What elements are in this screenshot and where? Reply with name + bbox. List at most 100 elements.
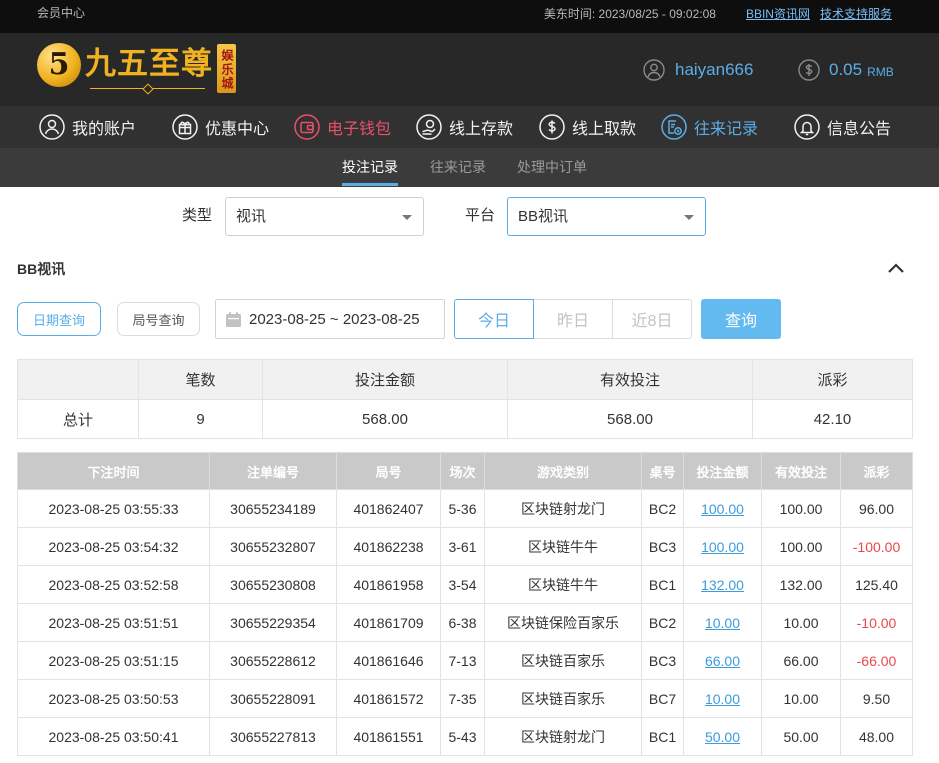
table-row: 2023-08-25 03:55:33 30655234189 40186240… [17,489,913,528]
order-no-cell: 30655234189 [209,489,337,528]
table-row: 2023-08-25 03:50:53 30655228091 40186157… [17,679,913,718]
header-order-no: 注单编号 [209,452,337,490]
section-title: BB视讯 [17,261,66,277]
round-no-cell: 401861958 [336,565,441,604]
nav-item-online-deposit[interactable]: 线上存款 [416,106,513,148]
nav-item-announcements[interactable]: 信息公告 [794,106,891,148]
type-select-value: 视讯 [236,208,267,225]
nav-item-transaction-records[interactable]: 往来记录 [661,106,758,148]
username: haiyan666 [675,60,754,79]
logo-badge: 娱乐城 [217,44,236,93]
nav-item-promotions[interactable]: 优惠中心 [172,106,269,148]
bet-amount-link[interactable]: 50.00 [705,729,740,745]
order-no-cell: 30655228612 [209,641,337,680]
summary-total-row: 总计 9 568.00 568.00 42.10 [17,399,913,439]
shoe-cell: 3-54 [440,565,485,604]
nav-item-label: 优惠中心 [205,121,270,138]
payout-cell: -10.00 [840,603,913,642]
quick-range-yesterday[interactable]: 昨日 [533,299,613,339]
bet-amount-link[interactable]: 100.00 [701,501,744,517]
round-no-cell: 401862407 [336,489,441,528]
logo-mark: 5 [37,43,81,87]
round-no-cell: 401862238 [336,527,441,566]
bet-time-cell: 2023-08-25 03:54:32 [17,527,210,566]
bet-amount-link[interactable]: 100.00 [701,539,744,555]
round-query-button[interactable]: 局号查询 [117,302,200,336]
tab-transaction-records[interactable]: 往来记录 [430,148,486,187]
bet-amount-cell: 50.00 [683,717,762,756]
main-nav: 我的账户 优惠中心 电子钱包 线上存款 线上取款 往来记录 信息公告 [0,106,939,148]
bet-amount-cell: 132.00 [683,565,762,604]
valid-bet-cell: 10.00 [761,603,841,642]
order-no-cell: 30655230808 [209,565,337,604]
withdraw-icon [539,114,565,140]
nav-item-online-withdraw[interactable]: 线上取款 [539,106,636,148]
valid-bet-cell: 66.00 [761,641,841,680]
nav-item-label: 信息公告 [827,121,892,138]
bet-amount-link[interactable]: 66.00 [705,653,740,669]
summary-bet: 568.00 [262,399,508,439]
shoe-cell: 3-61 [440,527,485,566]
bet-amount-link[interactable]: 10.00 [705,691,740,707]
summary-payout: 42.10 [752,399,913,439]
game-type-cell: 区块链牛牛 [484,527,642,566]
payout-cell: 48.00 [840,717,913,756]
bet-amount-cell: 10.00 [683,603,762,642]
quick-range-last-8-days[interactable]: 近8日 [612,299,692,339]
summary-header-valid: 有效投注 [507,359,753,400]
logo-numeral: 5 [48,47,70,82]
summary-valid: 568.00 [507,399,753,439]
nav-item-label: 我的账户 [72,121,137,138]
order-no-cell: 30655229354 [209,603,337,642]
user-account[interactable]: haiyan666 [643,58,753,82]
platform-label: 平台 [465,207,496,224]
payout-cell: 125.40 [840,565,913,604]
nav-item-my-account[interactable]: 我的账户 [39,106,136,148]
query-button[interactable]: 查询 [701,299,781,339]
bet-amount-cell: 66.00 [683,641,762,680]
logo-ornament [90,88,205,89]
table-no-cell: BC3 [641,641,684,680]
caret-down-icon [684,215,694,220]
bet-amount-cell: 100.00 [683,489,762,528]
game-type-cell: 区块链百家乐 [484,679,642,718]
table-no-cell: BC3 [641,527,684,566]
summary-header-payout: 派彩 [752,359,913,400]
summary-table: 笔数 投注金额 有效投注 派彩 总计 9 568.00 568.00 42.10 [17,359,913,439]
game-type-cell: 区块链射龙门 [484,717,642,756]
header-game-type: 游戏类别 [484,452,642,490]
header-payout: 派彩 [840,452,913,490]
date-range-picker[interactable]: 2023-08-25 ~ 2023-08-25 [215,299,445,339]
bbin-news-link[interactable]: BBIN资讯网 [746,5,810,22]
quick-range-today[interactable]: 今日 [454,299,534,339]
user-icon [39,114,65,140]
date-range-value: 2023-08-25 ~ 2023-08-25 [249,310,420,328]
payout-cell: 96.00 [840,489,913,528]
bet-amount-link[interactable]: 10.00 [705,615,740,631]
site-logo[interactable]: 5 九五至尊 娱乐城 [37,42,237,97]
gift-icon [172,114,198,140]
tech-support-link[interactable]: 技术支持服务 [820,5,892,22]
tab-pending-orders[interactable]: 处理中订单 [517,148,587,187]
bet-time-cell: 2023-08-25 03:51:15 [17,641,210,680]
bet-amount-cell: 10.00 [683,679,762,718]
bet-amount-link[interactable]: 132.00 [701,577,744,593]
order-no-cell: 30655228091 [209,679,337,718]
summary-count: 9 [138,399,263,439]
balance-currency: RMB [867,64,894,79]
game-type-cell: 区块链保险百家乐 [484,603,642,642]
table-row: 2023-08-25 03:52:58 30655230808 40186195… [17,565,913,604]
records-icon [661,114,687,140]
top-bar: 会员中心 美东时间: 2023/08/25 - 09:02:08 BBIN资讯网… [0,0,939,33]
type-select[interactable]: 视讯 [225,197,424,236]
date-query-button[interactable]: 日期查询 [17,302,101,336]
header-bet-amount: 投注金额 [683,452,762,490]
bet-time-cell: 2023-08-25 03:52:58 [17,565,210,604]
chevron-up-icon[interactable] [886,261,906,275]
type-label: 类型 [182,207,213,224]
balance-display: 0.05 RMB [798,58,894,82]
platform-select[interactable]: BB视讯 [507,197,706,236]
member-center-label: 会员中心 [37,6,86,20]
tab-bet-records[interactable]: 投注记录 [342,148,398,187]
nav-item-e-wallet[interactable]: 电子钱包 [294,106,391,148]
